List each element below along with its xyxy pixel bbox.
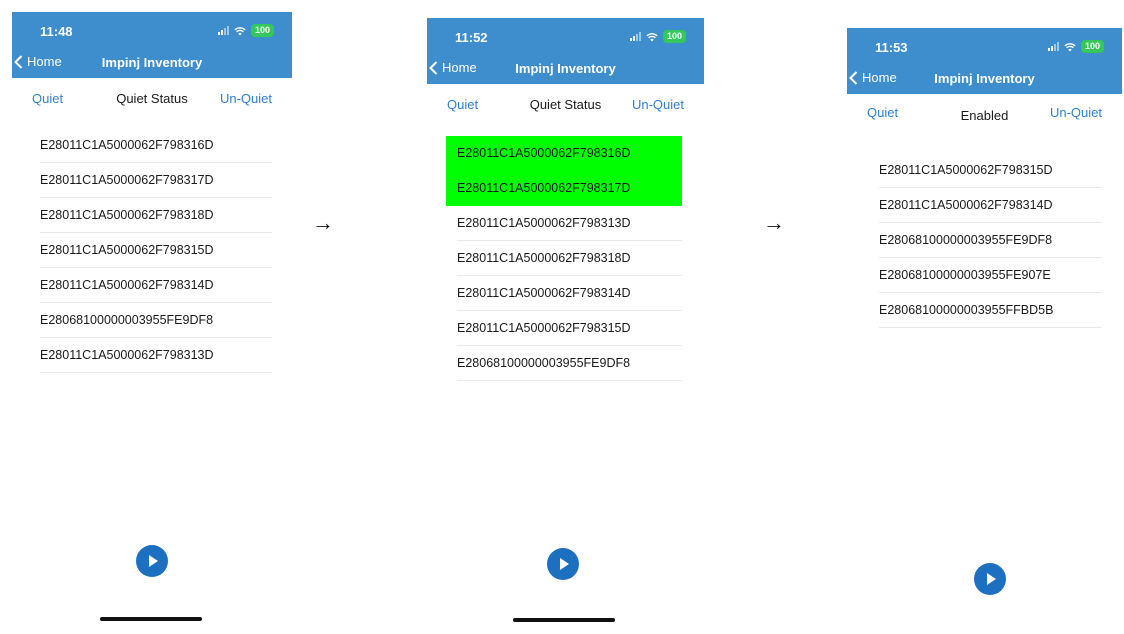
battery-badge: 100 xyxy=(250,24,274,37)
tag-list-item[interactable]: E28011C1A5000062F798315D xyxy=(40,233,272,268)
top-bar: 11:53 100 Home Impinj Inventory xyxy=(847,28,1122,94)
status-bar: 11:48 100 xyxy=(12,12,292,48)
tag-list-item[interactable]: E28068100000003955FE9DF8 xyxy=(457,346,682,381)
tag-list-item[interactable]: E28068100000003955FFBD5B xyxy=(879,293,1102,328)
status-time: 11:52 xyxy=(455,30,488,45)
tag-list-item[interactable]: E28068100000003955FE9DF8 xyxy=(40,303,272,338)
wifi-icon xyxy=(646,32,658,41)
battery-badge: 100 xyxy=(662,30,686,43)
back-button[interactable]: Home xyxy=(849,70,897,85)
signal-icon xyxy=(629,32,641,41)
phone-screen-3: 11:53 100 Home Impinj Inventory Quiet En… xyxy=(847,28,1122,634)
play-button-icon[interactable] xyxy=(136,545,168,577)
quiet-controls: Quiet Enabled Un-Quiet xyxy=(847,94,1122,140)
tag-list: E28011C1A5000062F798316D E28011C1A500006… xyxy=(446,136,682,381)
tag-list-item[interactable]: E28011C1A5000062F798316D xyxy=(40,128,272,163)
back-button[interactable]: Home xyxy=(429,60,477,75)
phone-screen-1: 11:48 100 Home Impinj Inventory Quiet Qu… xyxy=(12,12,292,634)
back-button[interactable]: Home xyxy=(14,54,62,69)
tag-list-item[interactable]: E28011C1A5000062F798314D xyxy=(40,268,272,303)
chevron-left-icon xyxy=(849,70,858,85)
status-bar: 11:52 100 xyxy=(427,18,704,54)
back-label: Home xyxy=(27,54,62,69)
quiet-controls: Quiet Quiet Status Un-Quiet xyxy=(427,84,704,126)
play-button-icon[interactable] xyxy=(547,548,579,580)
status-time: 11:48 xyxy=(40,24,73,39)
unquiet-button[interactable]: Un-Quiet xyxy=(632,97,684,112)
tag-list-item[interactable]: E28011C1A5000062F798318D xyxy=(40,198,272,233)
battery-badge: 100 xyxy=(1080,40,1104,53)
navigation-bar: Home Impinj Inventory xyxy=(12,48,292,78)
quiet-controls: Quiet Quiet Status Un-Quiet xyxy=(12,78,292,120)
phone-screen-2: 11:52 100 Home Impinj Inventory Quiet Qu… xyxy=(427,18,704,634)
tag-list: E28011C1A5000062F798316D E28011C1A500006… xyxy=(40,128,272,373)
status-time: 11:53 xyxy=(875,40,908,55)
tag-list-item[interactable]: E28068100000003955FE9DF8 xyxy=(879,223,1102,258)
home-indicator[interactable] xyxy=(100,617,202,621)
tag-list-item[interactable]: E28068100000003955FE907E xyxy=(879,258,1102,293)
flow-arrow-icon: → xyxy=(763,210,785,235)
play-button-icon[interactable] xyxy=(974,563,1006,595)
unquiet-button[interactable]: Un-Quiet xyxy=(220,91,272,106)
chevron-left-icon xyxy=(14,54,23,69)
top-bar: 11:52 100 Home Impinj Inventory xyxy=(427,18,704,84)
home-indicator[interactable] xyxy=(513,618,615,622)
tag-list-item-highlighted[interactable]: E28011C1A5000062F798317D xyxy=(446,171,682,206)
tag-list-item[interactable]: E28011C1A5000062F798315D xyxy=(879,153,1102,188)
tag-list-item[interactable]: E28011C1A5000062F798314D xyxy=(457,276,682,311)
tag-list-item[interactable]: E28011C1A5000062F798318D xyxy=(457,241,682,276)
tag-list-item-highlighted[interactable]: E28011C1A5000062F798316D xyxy=(446,136,682,171)
tag-list: E28011C1A5000062F798315D E28011C1A500006… xyxy=(879,153,1102,328)
unquiet-button[interactable]: Un-Quiet xyxy=(1050,105,1102,120)
navigation-bar: Home Impinj Inventory xyxy=(427,54,704,84)
wifi-icon xyxy=(234,26,246,35)
tag-list-item[interactable]: E28011C1A5000062F798317D xyxy=(40,163,272,198)
tag-list-item[interactable]: E28011C1A5000062F798313D xyxy=(457,206,682,241)
chevron-left-icon xyxy=(429,60,438,75)
signal-icon xyxy=(1047,42,1059,51)
status-bar: 11:53 100 xyxy=(847,28,1122,64)
flow-arrow-icon: → xyxy=(312,210,334,235)
signal-icon xyxy=(217,26,229,35)
tag-list-item[interactable]: E28011C1A5000062F798315D xyxy=(457,311,682,346)
back-label: Home xyxy=(862,70,897,85)
navigation-bar: Home Impinj Inventory xyxy=(847,64,1122,94)
back-label: Home xyxy=(442,60,477,75)
tag-list-item[interactable]: E28011C1A5000062F798314D xyxy=(879,188,1102,223)
wifi-icon xyxy=(1064,42,1076,51)
top-bar: 11:48 100 Home Impinj Inventory xyxy=(12,12,292,78)
tag-list-item[interactable]: E28011C1A5000062F798313D xyxy=(40,338,272,373)
